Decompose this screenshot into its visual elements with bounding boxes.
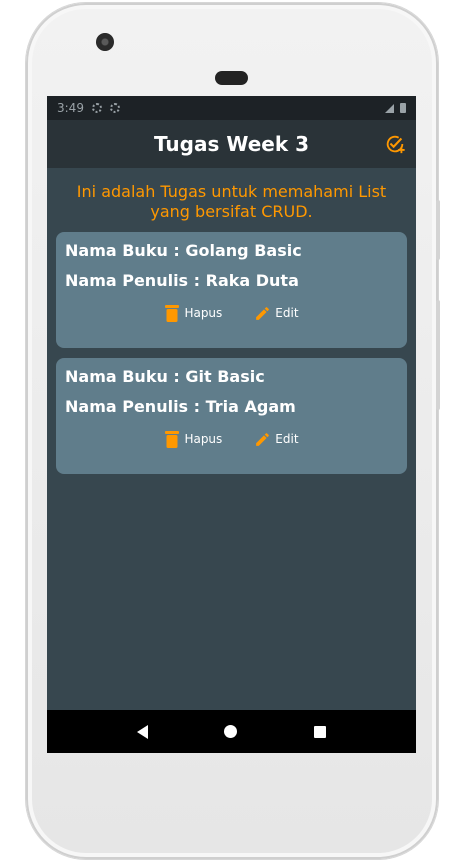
- home-icon[interactable]: [224, 725, 238, 738]
- pencil-icon: [256, 306, 270, 320]
- back-icon[interactable]: [137, 724, 149, 739]
- intro-text: Ini adalah Tugas untuk memahami List yan…: [76, 182, 387, 221]
- delete-label: Hapus: [184, 432, 223, 446]
- pencil-icon: [256, 432, 270, 446]
- phone-screen: 3:49 Tugas Week 3 Ini adalah Tugas untuk…: [47, 96, 416, 753]
- trash-icon: [165, 431, 180, 448]
- app-title: Tugas Week 3: [153, 132, 310, 156]
- book-title: Nama Buku : Git Basic: [65, 367, 265, 386]
- status-time: 3:49: [57, 101, 84, 115]
- recent-apps-icon[interactable]: [313, 725, 326, 738]
- settings-notification-icon: [91, 103, 102, 113]
- add-task-icon[interactable]: [384, 133, 406, 155]
- delete-button[interactable]: Hapus: [164, 430, 222, 448]
- delete-button[interactable]: Hapus: [164, 304, 222, 322]
- edit-label: Edit: [275, 306, 299, 320]
- navigation-bar: [47, 710, 416, 753]
- battery-icon: [400, 103, 406, 113]
- trash-icon: [165, 305, 180, 322]
- book-author: Nama Penulis : Tria Agam: [65, 397, 296, 416]
- signal-icon: [385, 103, 394, 113]
- edit-button[interactable]: Edit: [254, 304, 299, 322]
- edit-label: Edit: [275, 432, 299, 446]
- book-card: Nama Buku : Golang Basic Nama Penulis : …: [56, 232, 407, 348]
- book-author: Nama Penulis : Raka Duta: [65, 271, 299, 290]
- settings-notification-icon: [109, 103, 120, 113]
- volume-button: [436, 300, 440, 410]
- edit-button[interactable]: Edit: [254, 430, 299, 448]
- book-title: Nama Buku : Golang Basic: [65, 241, 302, 260]
- power-button: [436, 200, 440, 260]
- delete-label: Hapus: [184, 306, 223, 320]
- book-card: Nama Buku : Git Basic Nama Penulis : Tri…: [56, 358, 407, 474]
- status-bar: 3:49: [47, 96, 416, 120]
- app-bar: Tugas Week 3: [47, 120, 416, 168]
- front-camera: [96, 33, 114, 51]
- earpiece-speaker: [215, 71, 248, 85]
